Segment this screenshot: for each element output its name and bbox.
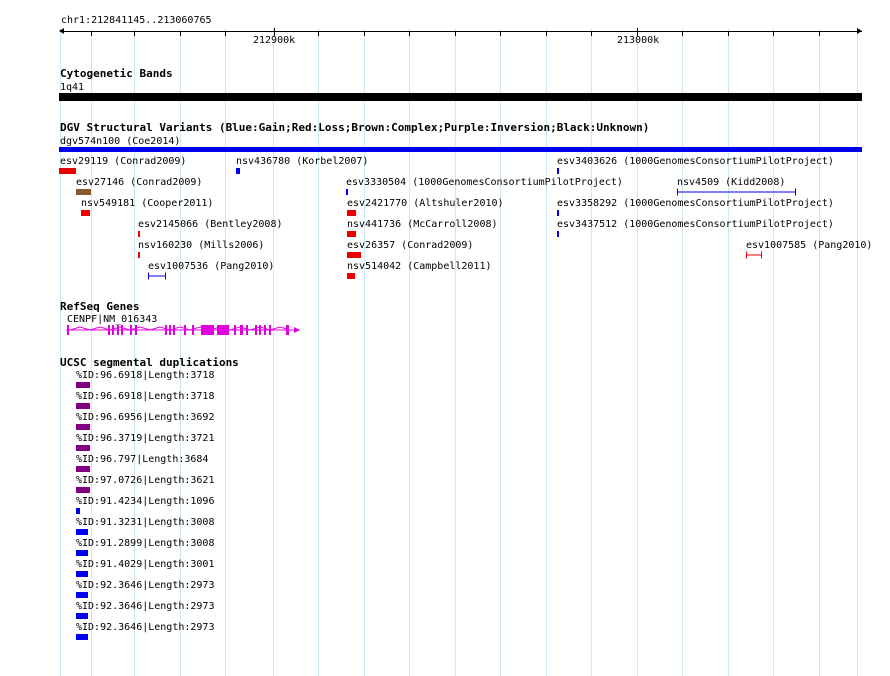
dgv-feature-label: esv29119 (Conrad2009) [60, 156, 187, 167]
ruler-minor-tick [819, 32, 820, 36]
dgv-feature-label: nsv436780 (Korbel2007) [236, 156, 369, 167]
dgv-feature-bar[interactable] [347, 273, 355, 279]
ruler-minor-tick [134, 32, 135, 36]
dgv-summary-label: dgv574n100 (Coe2014) [60, 136, 181, 147]
segdup-label: %ID:96.6918|Length:3718 [76, 370, 215, 381]
dgv-feature-label: esv3403626 (1000GenomesConsortiumPilotPr… [557, 156, 834, 167]
ruler-minor-tick [546, 32, 547, 36]
dgv-feature-label: esv2421770 (Altshuler2010) [347, 198, 504, 209]
segdup-bar[interactable] [76, 487, 90, 493]
dgv-feature-label: nsv514042 (Campbell2011) [347, 261, 492, 272]
dgv-summary-bar[interactable] [59, 147, 862, 152]
segdup-bar[interactable] [76, 529, 88, 535]
dgv-feature-bar[interactable] [746, 251, 764, 259]
dgv-feature-bar[interactable] [346, 189, 348, 195]
ruler-minor-tick [500, 32, 501, 36]
grid-lines [0, 0, 890, 676]
cytoband-label: 1q41 [60, 82, 85, 93]
segdup-bar[interactable] [76, 403, 90, 409]
segdup-label: %ID:92.3646|Length:2973 [76, 622, 215, 633]
segdup-bar[interactable] [76, 571, 88, 577]
segdup-bar[interactable] [76, 508, 80, 514]
dgv-feature-bar[interactable] [347, 231, 356, 237]
segdup-label: %ID:97.0726|Length:3621 [76, 475, 215, 486]
dgv-feature-bar[interactable] [557, 231, 559, 237]
ruler-minor-tick [409, 32, 410, 36]
ruler-tick-label: 213000k [617, 35, 660, 46]
dgv-feature-label: esv1007536 (Pang2010) [148, 261, 275, 272]
segdup-bar[interactable] [76, 466, 90, 472]
ruler-minor-tick [91, 32, 92, 36]
dgv-feature-label: nsv441736 (McCarroll2008) [347, 219, 498, 230]
location-label: chr1:212841145..213060765 [61, 15, 212, 26]
segdup-label: %ID:96.6956|Length:3692 [76, 412, 215, 423]
segdup-label: %ID:96.3719|Length:3721 [76, 433, 215, 444]
dgv-track-title[interactable]: DGV Structural Variants (Blue:Gain;Red:L… [60, 122, 649, 134]
segdup-bar[interactable] [76, 445, 90, 451]
gene-model-cenpf[interactable] [66, 324, 302, 336]
dgv-feature-label: esv2145066 (Bentley2008) [138, 219, 283, 230]
segdups-track-title[interactable]: UCSC segmental duplications [60, 357, 239, 369]
segdup-bar[interactable] [76, 550, 88, 556]
segdup-label: %ID:92.3646|Length:2973 [76, 580, 215, 591]
dgv-feature-bar[interactable] [138, 252, 140, 258]
dgv-feature-label: esv27146 (Conrad2009) [76, 177, 203, 188]
dgv-feature-bar[interactable] [677, 188, 797, 196]
dgv-feature-label: esv3330504 (1000GenomesConsortiumPilotPr… [346, 177, 623, 188]
dgv-feature-label: esv3358292 (1000GenomesConsortiumPilotPr… [557, 198, 834, 209]
dgv-feature-label: esv3437512 (1000GenomesConsortiumPilotPr… [557, 219, 834, 230]
ruler-minor-tick [773, 32, 774, 36]
dgv-feature-bar[interactable] [59, 168, 76, 174]
cytoband-track-title[interactable]: Cytogenetic Bands [60, 68, 173, 80]
segdup-label: %ID:96.6918|Length:3718 [76, 391, 215, 402]
segdup-label: %ID:91.4029|Length:3001 [76, 559, 215, 570]
segdup-bar[interactable] [76, 613, 88, 619]
dgv-feature-bar[interactable] [347, 210, 356, 216]
ruler-minor-tick [180, 32, 181, 36]
ruler-minor-tick [455, 32, 456, 36]
segdup-label: %ID:91.4234|Length:1096 [76, 496, 215, 507]
segdup-label: %ID:96.797|Length:3684 [76, 454, 209, 465]
dgv-feature-label: nsv549181 (Cooper2011) [81, 198, 214, 209]
segdup-bar[interactable] [76, 634, 88, 640]
dgv-feature-bar[interactable] [76, 189, 91, 195]
segdup-label: %ID:91.2899|Length:3008 [76, 538, 215, 549]
dgv-feature-label: esv26357 (Conrad2009) [347, 240, 474, 251]
dgv-feature-bar[interactable] [347, 252, 361, 258]
ruler-tick-label: 212900k [253, 35, 296, 46]
dgv-feature-bar[interactable] [148, 272, 168, 280]
cytoband-bar[interactable] [59, 93, 862, 101]
dgv-feature-bar[interactable] [557, 168, 559, 174]
refseq-track-title[interactable]: RefSeq Genes [60, 301, 139, 313]
segdup-bar[interactable] [76, 424, 90, 430]
ruler-minor-tick [591, 32, 592, 36]
ruler-minor-tick [318, 32, 319, 36]
segdup-bar[interactable] [76, 382, 90, 388]
dgv-feature-bar[interactable] [81, 210, 90, 216]
ruler-minor-tick [364, 32, 365, 36]
ruler-minor-tick [728, 32, 729, 36]
scroll-right-arrow-icon[interactable] [857, 28, 862, 34]
ruler-minor-tick [682, 32, 683, 36]
ruler-minor-tick [225, 32, 226, 36]
dgv-feature-bar[interactable] [138, 231, 140, 237]
scroll-left-arrow-icon[interactable] [59, 28, 64, 34]
dgv-feature-bar[interactable] [236, 168, 240, 174]
dgv-feature-label: esv1007585 (Pang2010) [746, 240, 873, 251]
dgv-feature-label: nsv4509 (Kidd2008) [677, 177, 786, 188]
segdup-label: %ID:92.3646|Length:2973 [76, 601, 215, 612]
segdup-bar[interactable] [76, 592, 88, 598]
dgv-feature-bar[interactable] [557, 210, 559, 216]
dgv-feature-label: nsv160230 (Mills2006) [138, 240, 265, 251]
segdup-label: %ID:91.3231|Length:3008 [76, 517, 215, 528]
